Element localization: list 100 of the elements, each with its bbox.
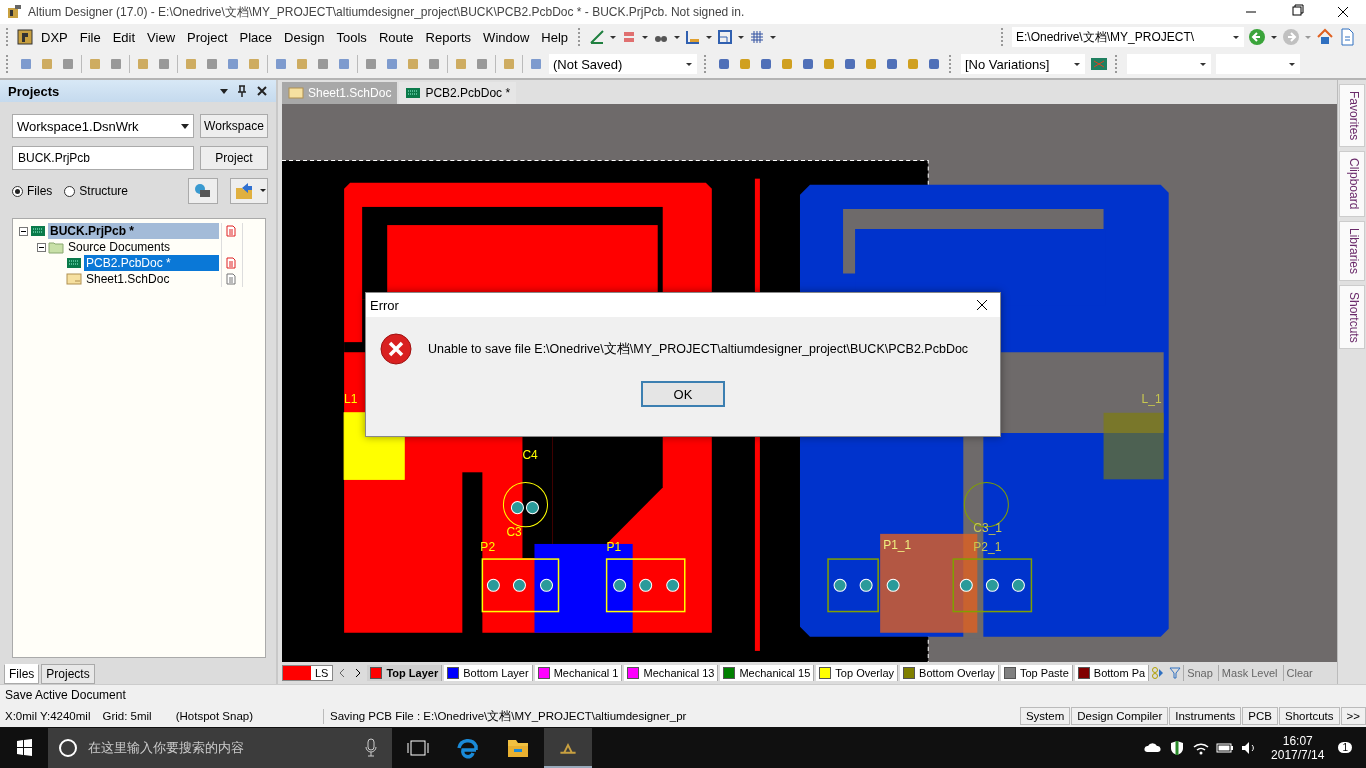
room-icon[interactable]: [717, 29, 734, 45]
tree-item[interactable]: Source Documents: [66, 239, 219, 255]
search-field[interactable]: 在这里输入你要搜索的内容: [48, 727, 392, 768]
layer-bar-button[interactable]: Snap: [1183, 665, 1216, 681]
component-designator: L1: [344, 391, 358, 406]
layer-bar-button[interactable]: Clear: [1282, 665, 1316, 681]
dropdown-field[interactable]: [1127, 54, 1211, 74]
collapse-icon[interactable]: [19, 226, 28, 236]
layer-tab[interactable]: Top Overlay: [816, 665, 899, 681]
caret-icon[interactable]: [220, 87, 228, 95]
project-field[interactable]: BUCK.PrjPcb: [12, 146, 194, 170]
workspace-button[interactable]: Workspace: [200, 114, 268, 138]
panel-button[interactable]: Instruments: [1169, 707, 1242, 725]
layer-tab[interactable]: Bottom Overlay: [900, 665, 999, 681]
side-panel-tab[interactable]: Libraries: [1339, 220, 1365, 281]
layer-tab[interactable]: Top Layer: [367, 665, 443, 681]
layer-tab[interactable]: Top Paste: [1000, 665, 1073, 681]
caret-icon[interactable]: [1232, 33, 1240, 41]
window-title: Altium Designer (17.0) - E:\Onedrive\文档\MY_PROJECT\altiumdesigner_project\BUCK\PCB2.PcbDoc * - BUCK.PrjPcb. Not signed in.: [28, 3, 745, 21]
menu-item[interactable]: Edit: [108, 27, 140, 47]
close-icon[interactable]: [976, 299, 988, 311]
panel-button[interactable]: Shortcuts: [1279, 707, 1340, 725]
menu-item[interactable]: Help: [537, 27, 573, 47]
grid-size: Grid: 5mil: [102, 710, 152, 722]
component-designator: C4: [522, 448, 538, 463]
caret-icon[interactable]: [769, 33, 778, 41]
side-panel-tab[interactable]: Clipboard: [1339, 151, 1365, 217]
ruler-icon[interactable]: [685, 29, 702, 45]
document-status-icon: [226, 273, 236, 285]
caret-icon[interactable]: [1073, 60, 1081, 68]
layer-bar-button[interactable]: Mask Level: [1217, 665, 1281, 681]
caret-icon[interactable]: [641, 33, 650, 41]
menu-item[interactable]: DXP: [37, 27, 72, 47]
chip-globe-icon[interactable]: [188, 178, 218, 204]
microphone-icon[interactable]: [364, 737, 378, 758]
caret-icon[interactable]: [673, 33, 682, 41]
radio-option[interactable]: Structure: [64, 184, 129, 198]
panel-button[interactable]: System: [1019, 707, 1071, 725]
home-icon[interactable]: [1316, 28, 1334, 46]
caret-icon[interactable]: [737, 33, 746, 41]
save-progress-text: Saving PCB File : E:\Onedrive\文档\MY_PROJECT\altiumdesigner_pr: [323, 708, 687, 724]
tree-item[interactable]: Sheet1.SchDoc: [84, 271, 219, 287]
menu-item[interactable]: View: [143, 27, 180, 47]
menu-item[interactable]: Window: [479, 27, 534, 47]
clock-date[interactable]: 2017/7/14: [1271, 747, 1325, 762]
clock-time[interactable]: 16:07: [1282, 733, 1313, 748]
sheet-icon: [288, 85, 304, 101]
board-icon[interactable]: [1090, 55, 1108, 73]
path-combo[interactable]: E:\Onedrive\文档\MY_PROJECT\: [1012, 27, 1244, 47]
menu-item[interactable]: Reports: [421, 27, 476, 47]
side-panel-tab[interactable]: Shortcuts: [1339, 284, 1365, 350]
ruler-pencil-icon[interactable]: [589, 29, 606, 45]
layer-tab[interactable]: Bottom Pa: [1074, 665, 1150, 681]
menu-item[interactable]: Design: [280, 27, 329, 47]
layer-tab[interactable]: Bottom Layer: [444, 665, 533, 681]
radio-option[interactable]: Files: [12, 184, 53, 198]
menu-item[interactable]: Project: [183, 27, 232, 47]
caret-icon[interactable]: [1199, 60, 1207, 68]
caret-icon[interactable]: [1288, 60, 1296, 68]
circuit-board-icon: [30, 223, 46, 239]
panel-button[interactable]: Design Compiler: [1071, 707, 1169, 725]
layer-tab[interactable]: Mechanical 1: [534, 665, 623, 681]
menu-item[interactable]: Route: [374, 27, 418, 47]
caret-icon[interactable]: [705, 33, 714, 41]
circuit-board-icon: [405, 85, 422, 101]
status-message: Save Active Document: [5, 688, 126, 702]
cortana-circle-icon[interactable]: [58, 737, 78, 758]
document-status-icon: [226, 257, 236, 269]
pin-icon[interactable]: [236, 85, 248, 97]
menu-item[interactable]: Place: [235, 27, 277, 47]
caret-icon[interactable]: [1270, 33, 1278, 41]
menu-item[interactable]: Tools: [332, 27, 371, 47]
grid-icon[interactable]: [749, 29, 766, 45]
panel-tab[interactable]: Files: [4, 664, 40, 684]
panel-button[interactable]: PCB: [1242, 707, 1278, 725]
layer-tab[interactable]: Mechanical 13: [624, 665, 719, 681]
project-button[interactable]: Project: [200, 146, 268, 170]
notification-count[interactable]: 1: [1338, 742, 1352, 753]
ok-button[interactable]: OK: [641, 381, 725, 407]
panel-button[interactable]: >>: [1340, 707, 1366, 725]
document-icon[interactable]: [1338, 28, 1356, 46]
menu-item[interactable]: File: [75, 27, 105, 47]
save-state-combo[interactable]: (Not Saved): [549, 54, 697, 74]
variations-combo[interactable]: [No Variations]: [961, 54, 1085, 74]
tree-item[interactable]: PCB2.PcbDoc *: [84, 255, 219, 271]
current-layer-swatch[interactable]: LS: [282, 665, 334, 681]
tree-item[interactable]: BUCK.PrjPcb *: [48, 223, 219, 239]
workspace-combo[interactable]: Workspace1.DsnWrk: [12, 114, 194, 138]
dropdown-field[interactable]: [1216, 54, 1300, 74]
document-tab[interactable]: PCB2.PcbDoc *: [399, 82, 517, 104]
panel-tab[interactable]: Projects: [41, 664, 95, 684]
dialog-message: Unable to save file E:\Onedrive\文档\MY_PROJECT\altiumdesigner_project\BUCK\PCB2.PcbDoc: [428, 340, 969, 358]
caret-icon[interactable]: [181, 122, 189, 130]
caret-icon[interactable]: [685, 60, 693, 68]
collapse-icon[interactable]: [37, 242, 46, 252]
caret-icon[interactable]: [609, 33, 618, 41]
altium-app-icon[interactable]: [544, 727, 592, 768]
close-icon[interactable]: [256, 85, 268, 97]
layer-tab[interactable]: Mechanical 15: [720, 665, 815, 681]
side-panel-tab[interactable]: Favorites: [1339, 84, 1365, 148]
